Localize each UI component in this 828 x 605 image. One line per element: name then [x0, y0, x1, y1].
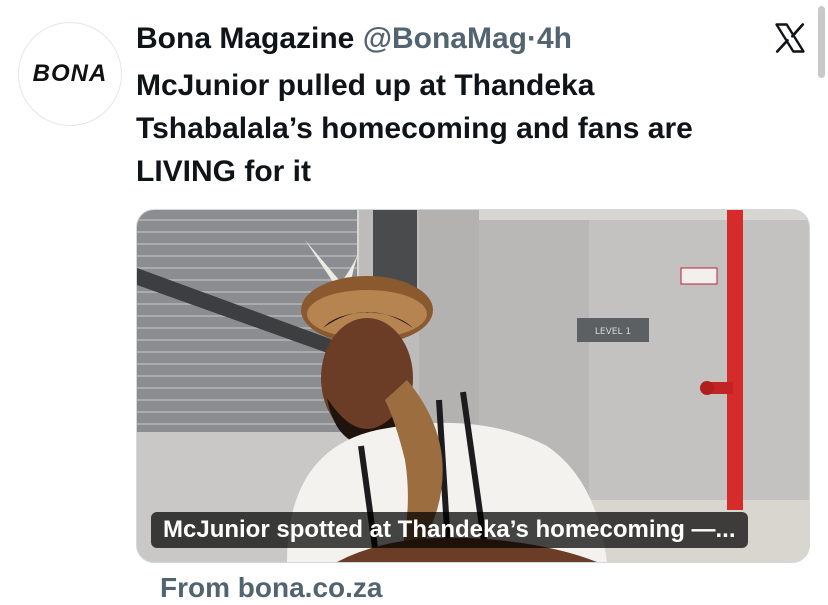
- timestamp[interactable]: 4h: [537, 22, 572, 55]
- card-photo[interactable]: LEVEL 1: [137, 210, 809, 562]
- tweet-text-line: Tshabalala’s homecoming and fans are: [136, 112, 693, 145]
- wall-sign-text: LEVEL 1: [595, 327, 631, 337]
- card-caption: McJunior spotted at Thandeka’s homecomin…: [151, 512, 748, 548]
- card-source-link[interactable]: From bona.co.za: [160, 572, 382, 604]
- x-logo-icon[interactable]: [772, 20, 808, 56]
- scrollbar[interactable]: [818, 6, 825, 78]
- separator-dot: ·: [526, 22, 537, 55]
- tweet-text-line: LIVING for it: [136, 155, 311, 188]
- tweet-text-line: McJunior pulled up at Thandeka: [136, 69, 595, 102]
- avatar[interactable]: BONA: [18, 22, 122, 126]
- tweet-text: McJunior pulled up at Thandeka Tshabalal…: [136, 64, 796, 193]
- link-card[interactable]: LEVEL 1 McJunior spotted at Thandeka’s h…: [136, 209, 810, 563]
- account-name[interactable]: Bona Magazine: [136, 22, 354, 55]
- tweet-header: Bona Magazine @BonaMag·4h: [136, 20, 572, 58]
- account-handle[interactable]: @BonaMag: [363, 22, 527, 55]
- avatar-logo-text: BONA: [32, 60, 108, 87]
